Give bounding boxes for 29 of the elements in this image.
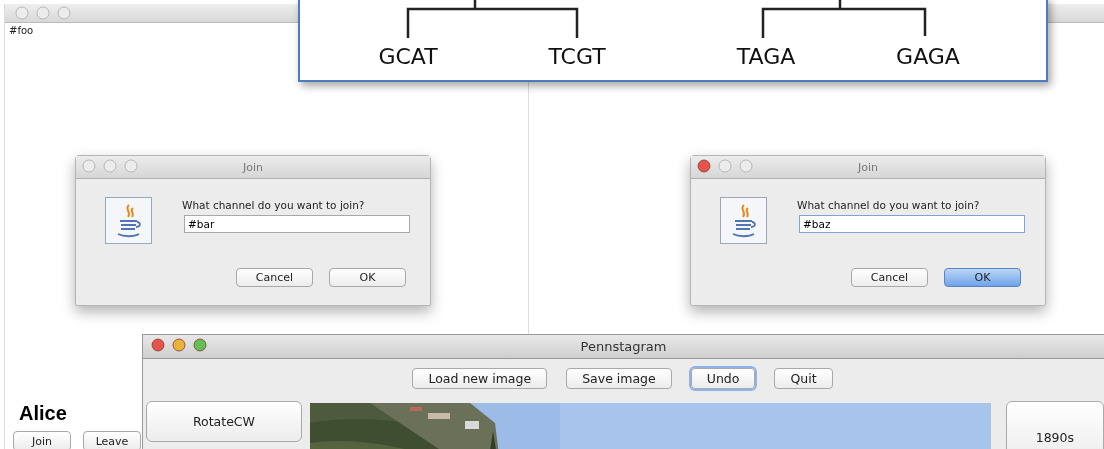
leave-button[interactable]: Leave xyxy=(83,431,141,449)
channel-name: #foo xyxy=(9,25,35,36)
cancel-button[interactable]: Cancel xyxy=(236,268,313,287)
toolbar-button[interactable]: Save image xyxy=(566,368,672,389)
ok-button[interactable]: OK xyxy=(329,268,406,287)
leaf-label: TCGT xyxy=(548,44,606,69)
window-controls-icon[interactable] xyxy=(697,158,755,173)
cancel-button[interactable]: Cancel xyxy=(851,268,928,287)
join-button[interactable]: Join xyxy=(13,431,71,449)
toolbar-button[interactable]: Load new image xyxy=(412,368,548,389)
coffee-cup-icon xyxy=(105,197,152,244)
filter-button[interactable]: 1890s xyxy=(1005,401,1104,449)
leaf-label: GCAT xyxy=(378,44,438,69)
dialog-title: Join xyxy=(243,160,263,174)
window-controls-icon[interactable] xyxy=(151,338,209,352)
channel-input[interactable]: #baz xyxy=(799,215,1025,233)
user-name: Alice xyxy=(19,402,67,425)
leaf-label: GAGA xyxy=(896,44,960,69)
coffee-cup-icon xyxy=(720,197,767,244)
window-title: Pennstagram xyxy=(580,339,667,354)
toolbar-button[interactable]: Quit xyxy=(774,368,833,389)
leaf-label: TAGA xyxy=(736,44,796,69)
filter-button[interactable]: RotateCW xyxy=(146,401,302,442)
dialog-title: Join xyxy=(858,160,878,174)
channel-input[interactable]: #bar xyxy=(184,215,410,233)
prompt-text: What channel do you want to join? xyxy=(182,199,366,211)
toolbar-button[interactable]: Undo xyxy=(690,368,756,389)
prompt-text: What channel do you want to join? xyxy=(797,199,981,211)
ok-button[interactable]: OK xyxy=(944,268,1021,287)
